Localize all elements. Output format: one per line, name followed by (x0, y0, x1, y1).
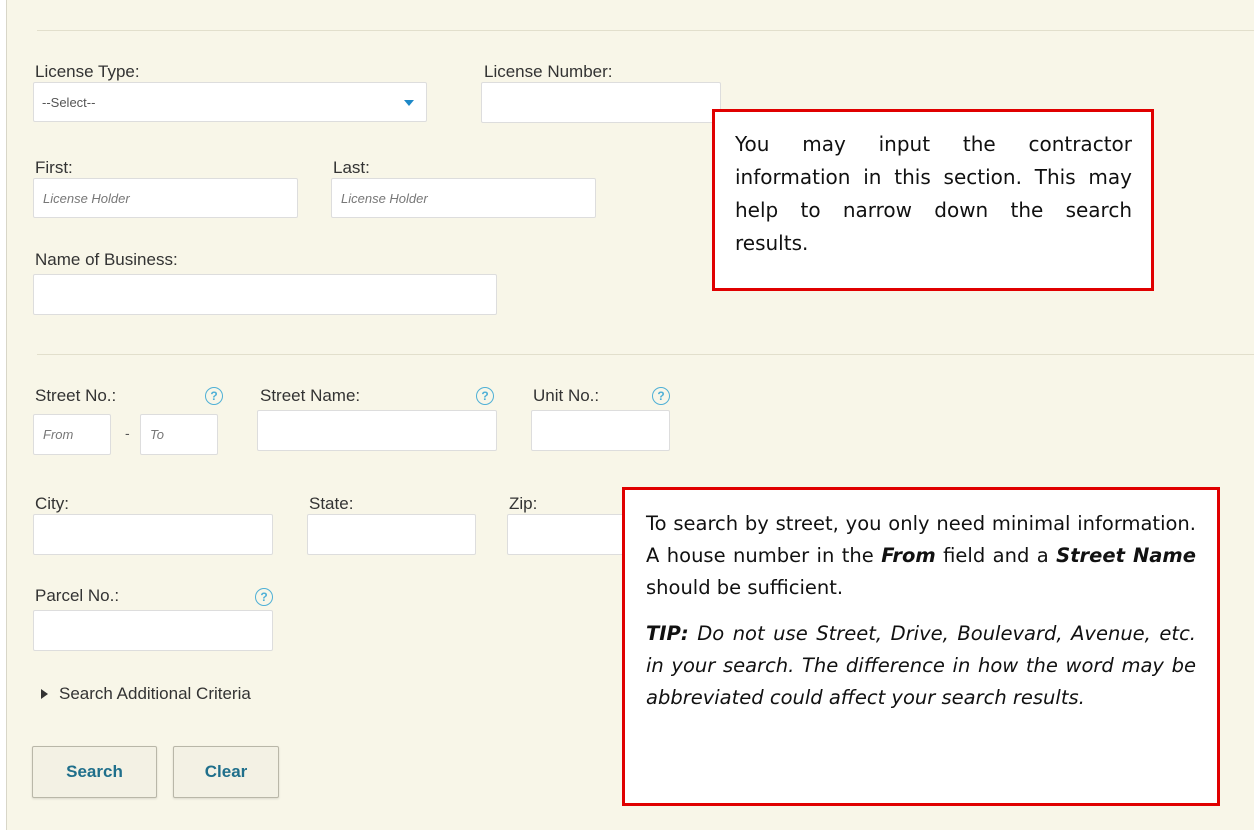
last-name-input[interactable]: License Holder (331, 178, 596, 218)
tip-label: TIP: (646, 622, 689, 645)
search-additional-criteria-toggle[interactable]: Search Additional Criteria (41, 684, 251, 704)
contractor-info-callout: You may input the contractor information… (712, 109, 1154, 291)
unit-no-label: Unit No.: (533, 386, 600, 405)
triangle-right-icon (41, 689, 48, 699)
license-number-label: License Number: (484, 62, 613, 81)
divider-middle (37, 354, 1254, 355)
question-circle-icon[interactable]: ? (652, 387, 670, 405)
license-type-value: --Select-- (42, 94, 96, 110)
first-name-input[interactable]: License Holder (33, 178, 298, 218)
parcel-no-input[interactable] (33, 610, 273, 651)
street-no-label: Street No.: (35, 386, 117, 405)
business-name-label: Name of Business: (35, 250, 178, 269)
license-type-select[interactable]: --Select-- (33, 82, 427, 122)
city-label: City: (35, 494, 69, 513)
search-button[interactable]: Search (32, 746, 157, 798)
street-name-input[interactable] (257, 410, 497, 451)
state-input[interactable] (307, 514, 476, 555)
street-search-tip-callout: To search by street, you only need minim… (622, 487, 1220, 806)
first-name-label: First: (35, 158, 73, 177)
tip-text: Do not use Street, Drive, Boulevard, Ave… (646, 622, 1196, 709)
street-to-input[interactable]: To (140, 414, 218, 455)
divider-top (37, 30, 1254, 31)
question-circle-icon[interactable]: ? (205, 387, 223, 405)
instruction-text: field and a (935, 544, 1057, 567)
street-name-label: Street Name: (260, 386, 361, 405)
last-name-label: Last: (333, 158, 370, 177)
license-type-label: License Type: (35, 62, 140, 81)
street-from-input[interactable]: From (33, 414, 111, 455)
question-circle-icon[interactable]: ? (476, 387, 494, 405)
range-dash: - (125, 425, 130, 441)
parcel-no-label: Parcel No.: (35, 586, 120, 605)
tip-paragraph: TIP: Do not use Street, Drive, Boulevard… (646, 618, 1196, 714)
license-number-input[interactable] (481, 82, 721, 123)
city-input[interactable] (33, 514, 273, 555)
zip-input[interactable] (507, 514, 627, 555)
street-search-instructions: To search by street, you only need minim… (646, 508, 1196, 604)
unit-no-input[interactable] (531, 410, 670, 451)
caret-down-icon (404, 100, 414, 106)
additional-criteria-label: Search Additional Criteria (59, 684, 251, 703)
state-label: State: (309, 494, 354, 513)
instruction-text: should be sufficient. (646, 576, 844, 599)
business-name-input[interactable] (33, 274, 497, 315)
emphasis-street-name: Street Name (1056, 544, 1196, 567)
callout-contractor-text: You may input the contractor information… (735, 132, 1132, 255)
zip-label: Zip: (509, 494, 538, 513)
question-circle-icon[interactable]: ? (255, 588, 273, 606)
clear-button[interactable]: Clear (173, 746, 279, 798)
emphasis-from: From (881, 544, 936, 567)
